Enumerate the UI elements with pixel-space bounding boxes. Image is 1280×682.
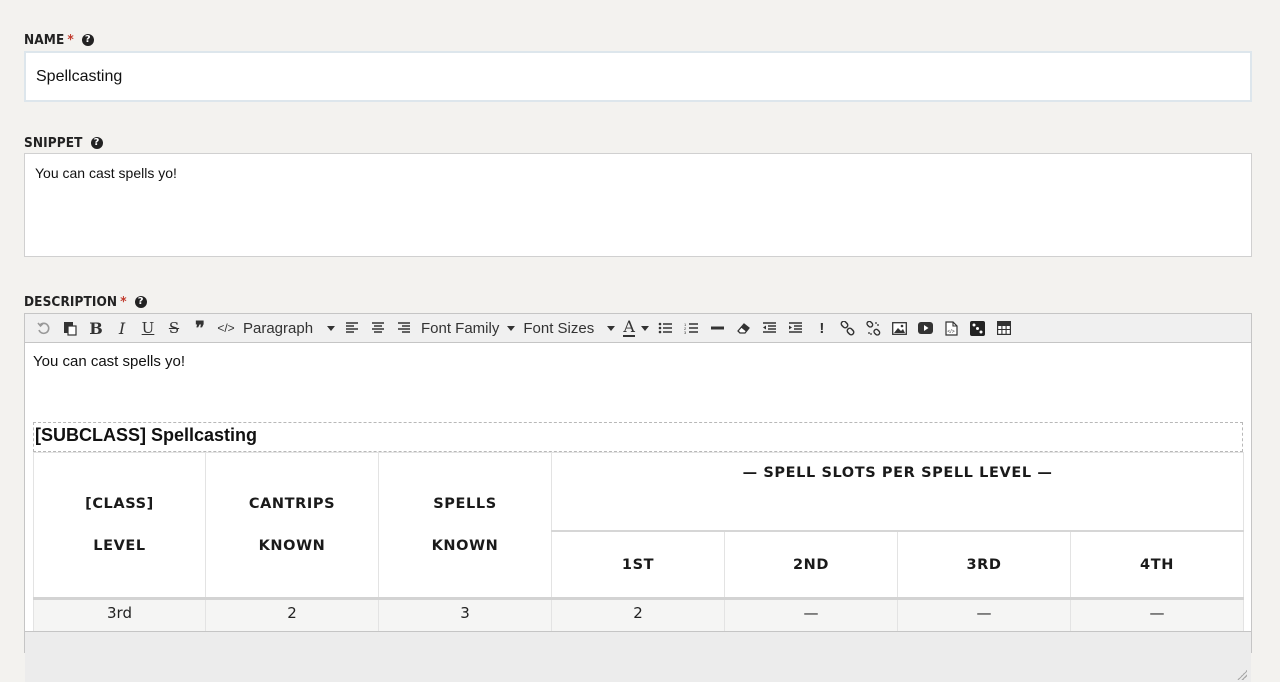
col-header-spell-slots: — SPELL SLOTS PER SPELL LEVEL —	[550, 452, 1245, 532]
font-sizes-dropdown-label: Font Sizes	[523, 319, 595, 337]
header-line: CANTRIPS	[248, 496, 336, 512]
chevron-down-icon	[327, 325, 335, 331]
rich-text-editor: B I U S ❞ </> Paragraph Font Family Font…	[24, 313, 1252, 682]
align-left-icon[interactable]	[339, 316, 365, 340]
bold-icon[interactable]: B	[83, 316, 109, 340]
indent-icon[interactable]	[783, 316, 809, 340]
exclamation-icon[interactable]: !	[809, 316, 835, 340]
paragraph-dropdown-label: Paragraph	[243, 319, 314, 337]
strikethrough-icon[interactable]: S	[161, 316, 187, 340]
text-color-dropdown[interactable]: A	[619, 316, 653, 340]
chevron-down-icon	[607, 325, 616, 331]
name-label-text: NAME	[24, 32, 65, 48]
table-caption-box: [SUBCLASS] Spellcasting	[33, 422, 1243, 452]
col-header-cantrips-known: CANTRIPS KNOWN	[205, 452, 379, 599]
col-header-slot: 3RD	[897, 530, 1071, 599]
chevron-down-icon	[507, 325, 516, 331]
snippet-textarea[interactable]: You can cast spells yo!	[24, 153, 1252, 257]
svg-text:</>: </>	[948, 329, 955, 335]
align-center-icon[interactable]	[365, 316, 391, 340]
code-icon[interactable]: </>	[213, 316, 239, 340]
required-mark: *	[120, 294, 127, 310]
col-header-slot: 1ST	[551, 530, 725, 599]
help-icon[interactable]: ?	[90, 137, 103, 149]
table-caption: [SUBCLASS] Spellcasting	[35, 425, 258, 445]
col-header-class-level: [CLASS] LEVEL	[33, 452, 206, 599]
editor-paragraph: You can cast spells yo!	[33, 353, 186, 370]
col-header-slot: 2ND	[724, 530, 898, 599]
header-line: LEVEL	[93, 538, 146, 554]
col-header-spells-known: SPELLS KNOWN	[378, 452, 552, 599]
link-icon[interactable]	[835, 316, 861, 340]
embed-icon[interactable]: </>	[939, 316, 965, 340]
svg-text:3: 3	[684, 330, 687, 335]
snippet-label: SNIPPET ?	[24, 134, 103, 152]
video-icon[interactable]	[913, 316, 939, 340]
undo-icon[interactable]	[31, 316, 57, 340]
table-icon[interactable]	[991, 316, 1017, 340]
header-line: SPELLS	[433, 496, 497, 512]
italic-icon[interactable]: I	[109, 316, 135, 340]
clear-format-icon[interactable]	[731, 316, 757, 340]
spellcasting-table: [CLASS] LEVEL CANTRIPS KNOWN SPELLS KNOW…	[33, 452, 1245, 654]
resize-handle-icon[interactable]	[1237, 670, 1247, 680]
name-label: NAME * ?	[24, 31, 94, 49]
dice-icon[interactable]	[965, 316, 991, 340]
header-line: KNOWN	[431, 538, 499, 554]
bullet-list-icon[interactable]	[653, 316, 679, 340]
description-label-text: DESCRIPTION	[24, 294, 118, 310]
align-right-icon[interactable]	[391, 316, 417, 340]
col-header-slot: 4TH	[1069, 530, 1245, 599]
paragraph-dropdown[interactable]: Paragraph	[239, 316, 339, 340]
help-icon[interactable]: ?	[134, 296, 147, 308]
editor-toolbar: B I U S ❞ </> Paragraph Font Family Font…	[25, 314, 1251, 343]
horizontal-rule-icon[interactable]	[705, 316, 731, 340]
snippet-label-text: SNIPPET	[24, 135, 83, 151]
header-line: [CLASS]	[85, 496, 154, 512]
font-family-dropdown[interactable]: Font Family	[417, 316, 519, 340]
unlink-icon[interactable]	[861, 316, 887, 340]
required-mark: *	[67, 32, 74, 48]
blockquote-icon[interactable]: ❞	[187, 316, 213, 340]
paste-icon[interactable]	[57, 316, 83, 340]
editor-statusbar	[25, 631, 1251, 682]
header-line: KNOWN	[258, 538, 326, 554]
numbered-list-icon[interactable]: 123	[679, 316, 705, 340]
chevron-down-icon	[640, 325, 649, 331]
font-sizes-dropdown[interactable]: Font Sizes	[519, 316, 619, 340]
image-icon[interactable]	[887, 316, 913, 340]
help-icon[interactable]: ?	[81, 34, 94, 46]
outdent-icon[interactable]	[757, 316, 783, 340]
font-family-dropdown-label: Font Family	[421, 319, 500, 337]
text-color-icon: A	[623, 317, 635, 337]
underline-icon[interactable]: U	[135, 316, 161, 340]
description-label: DESCRIPTION * ?	[24, 293, 147, 311]
name-input[interactable]	[24, 51, 1252, 102]
